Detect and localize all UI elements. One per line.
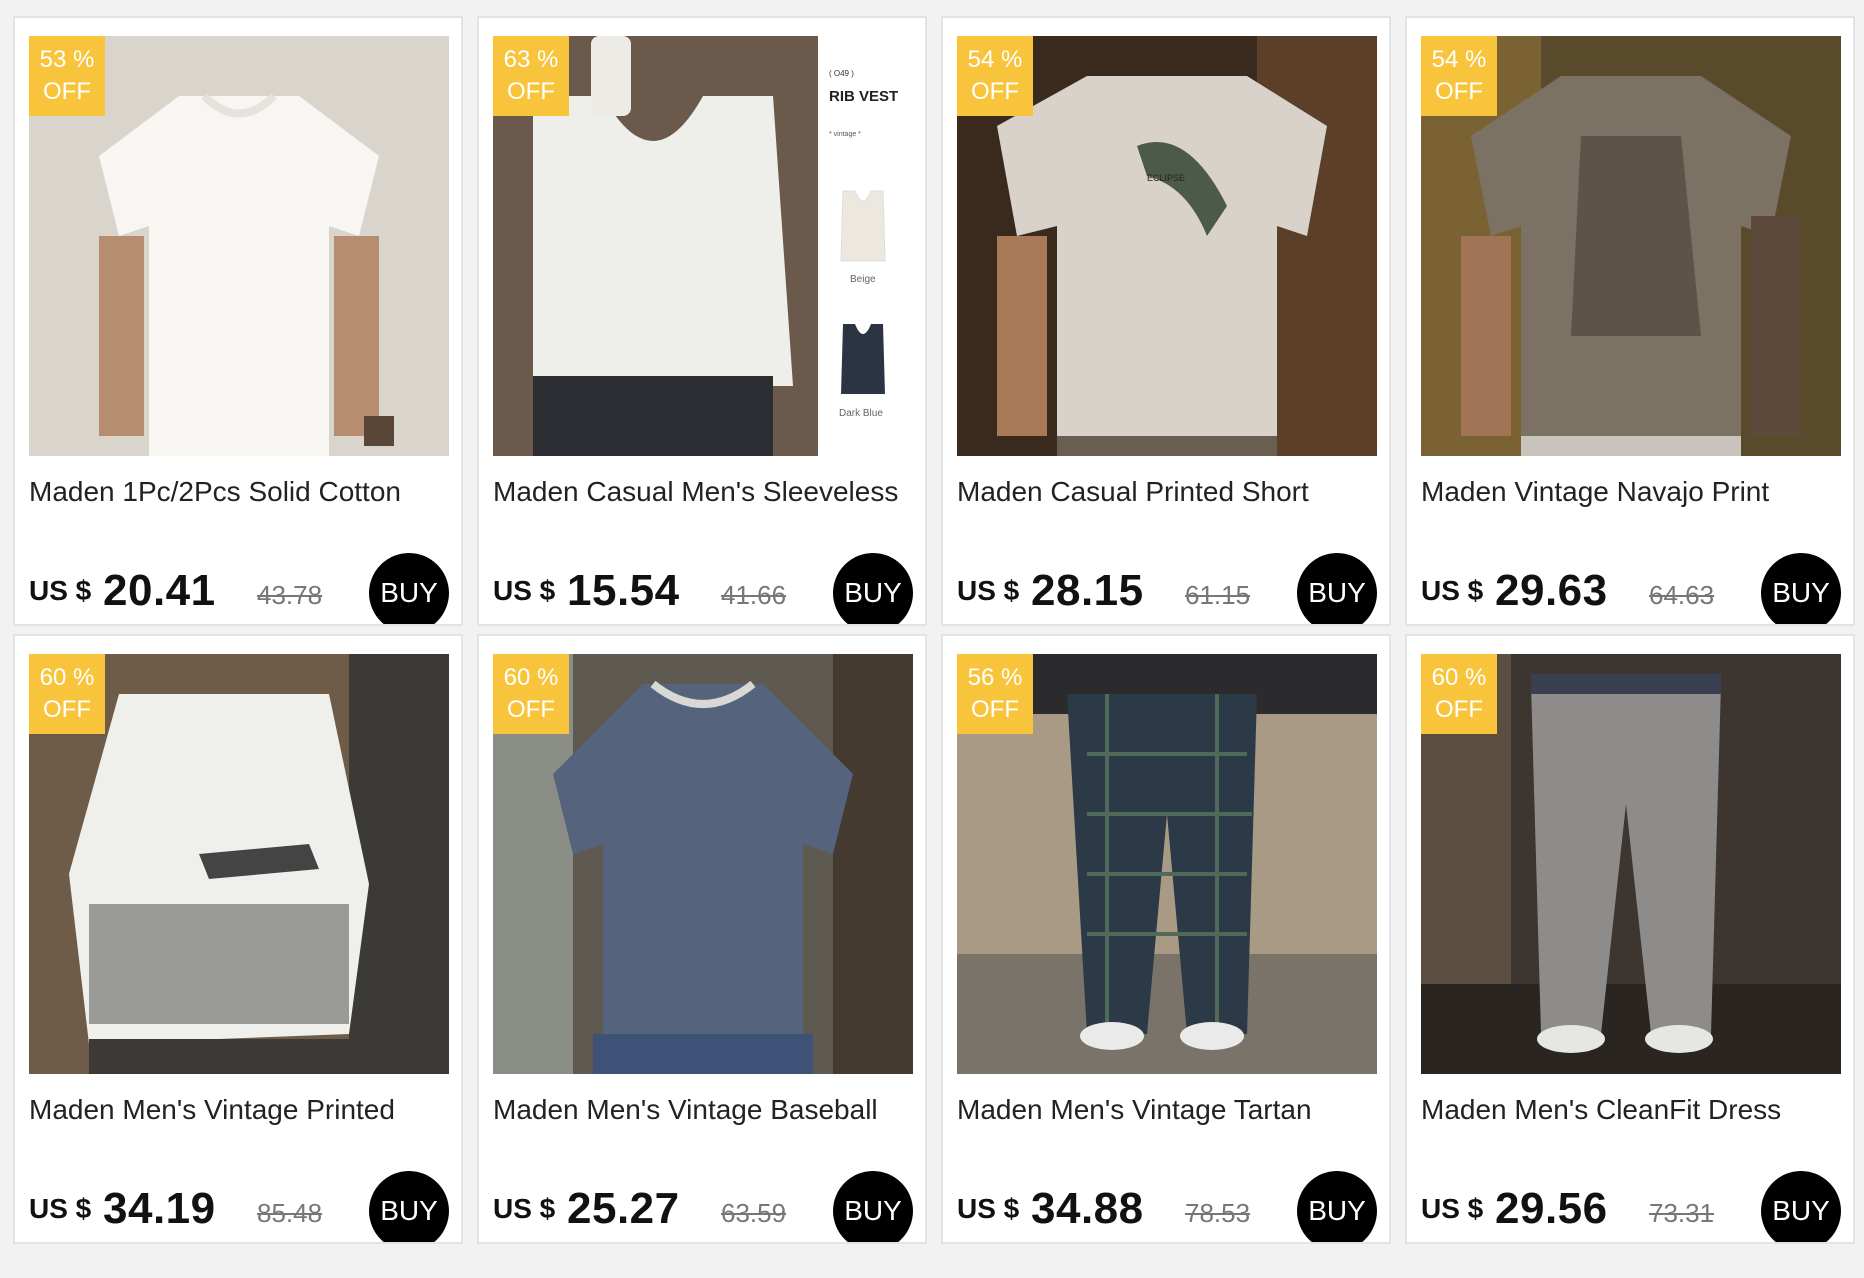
- buy-button[interactable]: BUY: [1761, 1171, 1841, 1242]
- product-title[interactable]: Maden Men's Vintage Baseball: [493, 1094, 913, 1126]
- original-price: 78.53: [1185, 1198, 1251, 1228]
- discount-badge: 54 % OFF: [957, 36, 1033, 116]
- price-row: US $ 20.41 43.78 BUY: [29, 548, 449, 624]
- sale-price: 25.27: [567, 1184, 680, 1233]
- product-image-link[interactable]: 60 % OFF: [493, 654, 913, 1074]
- currency-label: US $: [29, 575, 92, 606]
- currency-label: US $: [957, 575, 1020, 606]
- vest-color-darkblue: Dark Blue: [839, 408, 883, 419]
- product-image-link[interactable]: 56 % OFF: [957, 654, 1377, 1074]
- buy-button[interactable]: BUY: [1297, 1171, 1377, 1242]
- currency-label: US $: [493, 1193, 556, 1224]
- currency-label: US $: [957, 1193, 1020, 1224]
- product-card[interactable]: 60 % OFF Maden Men's CleanFit Dress US $…: [1405, 634, 1855, 1244]
- currency-label: US $: [1421, 1193, 1484, 1224]
- product-title[interactable]: Maden Casual Printed Short: [957, 476, 1377, 508]
- buy-button[interactable]: BUY: [833, 553, 913, 624]
- product-card[interactable]: ECLIPSE 54 % OFF Maden Casual Printed Sh…: [941, 16, 1391, 626]
- buy-button[interactable]: BUY: [1297, 553, 1377, 624]
- product-title[interactable]: Maden Vintage Navajo Print: [1421, 476, 1841, 508]
- product-image-link[interactable]: ECLIPSE 54 % OFF: [957, 36, 1377, 456]
- buy-button[interactable]: BUY: [369, 553, 449, 624]
- product-card[interactable]: ( O49 ) RIB VEST * vintage * Beige Dark …: [477, 16, 927, 626]
- vest-color-beige: Beige: [850, 274, 876, 285]
- original-price: 73.31: [1649, 1198, 1715, 1228]
- original-price: 63.59: [721, 1198, 787, 1228]
- vest-heading-text: RIB VEST: [829, 88, 898, 105]
- sale-price: 29.63: [1495, 566, 1608, 615]
- price-row: US $ 28.15 61.15 BUY: [957, 548, 1377, 624]
- discount-badge: 54 % OFF: [1421, 36, 1497, 116]
- discount-badge: 60 % OFF: [493, 654, 569, 734]
- sale-price: 34.88: [1031, 1184, 1144, 1233]
- product-image-link[interactable]: ( O49 ) RIB VEST * vintage * Beige Dark …: [493, 36, 913, 456]
- product-title[interactable]: Maden Men's Vintage Tartan: [957, 1094, 1377, 1126]
- original-price: 61.15: [1185, 580, 1251, 610]
- product-image-link[interactable]: 60 % OFF: [29, 654, 449, 1074]
- original-price: 85.48: [257, 1198, 323, 1228]
- price-row: US $ 15.54 41.66 BUY: [493, 548, 913, 624]
- buy-button[interactable]: BUY: [1761, 553, 1841, 624]
- vest-code-text: ( O49 ): [829, 69, 854, 78]
- buy-button[interactable]: BUY: [369, 1171, 449, 1242]
- product-title[interactable]: Maden Men's CleanFit Dress: [1421, 1094, 1841, 1126]
- sale-price: 29.56: [1495, 1184, 1608, 1233]
- discount-badge: 53 % OFF: [29, 36, 105, 116]
- sale-price: 28.15: [1031, 566, 1144, 615]
- product-image-link[interactable]: 53 % OFF: [29, 36, 449, 456]
- discount-badge: 60 % OFF: [1421, 654, 1497, 734]
- price-row: US $ 34.88 78.53 BUY: [957, 1166, 1377, 1242]
- discount-badge: 56 % OFF: [957, 654, 1033, 734]
- price-row: US $ 29.63 64.63 BUY: [1421, 548, 1841, 624]
- product-title[interactable]: Maden 1Pc/2Pcs Solid Cotton: [29, 476, 449, 508]
- original-price: 64.63: [1649, 580, 1715, 610]
- sale-price: 20.41: [103, 566, 216, 615]
- original-price: 41.66: [721, 580, 787, 610]
- product-card[interactable]: 60 % OFF Maden Men's Vintage Printed US …: [13, 634, 463, 1244]
- product-card[interactable]: 56 % OFF Maden Men's Vintage Tartan US $…: [941, 634, 1391, 1244]
- sale-price: 15.54: [567, 566, 680, 615]
- original-price: 43.78: [257, 580, 323, 610]
- product-title[interactable]: Maden Men's Vintage Printed: [29, 1094, 449, 1126]
- currency-label: US $: [29, 1193, 92, 1224]
- sale-price: 34.19: [103, 1184, 216, 1233]
- price-row: US $ 29.56 73.31 BUY: [1421, 1166, 1841, 1242]
- price-row: US $ 25.27 63.59 BUY: [493, 1166, 913, 1242]
- product-card[interactable]: 54 % OFF Maden Vintage Navajo Print US $…: [1405, 16, 1855, 626]
- product-grid: 53 % OFF Maden 1Pc/2Pcs Solid Cotton US …: [13, 16, 1855, 1244]
- discount-badge: 63 % OFF: [493, 36, 569, 116]
- discount-badge: 60 % OFF: [29, 654, 105, 734]
- currency-label: US $: [493, 575, 556, 606]
- buy-button[interactable]: BUY: [833, 1171, 913, 1242]
- product-image-link[interactable]: 60 % OFF: [1421, 654, 1841, 1074]
- product-title[interactable]: Maden Casual Men's Sleeveless: [493, 476, 913, 508]
- product-card[interactable]: 60 % OFF Maden Men's Vintage Baseball US…: [477, 634, 927, 1244]
- currency-label: US $: [1421, 575, 1484, 606]
- vest-sub-text: * vintage *: [829, 131, 861, 138]
- tee-print-text: ECLIPSE: [1147, 173, 1185, 183]
- product-image-link[interactable]: 54 % OFF: [1421, 36, 1841, 456]
- price-row: US $ 34.19 85.48 BUY: [29, 1166, 449, 1242]
- product-card[interactable]: 53 % OFF Maden 1Pc/2Pcs Solid Cotton US …: [13, 16, 463, 626]
